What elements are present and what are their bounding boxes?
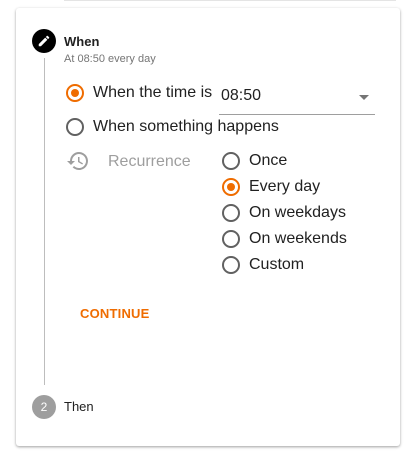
step-1-edit-indicator[interactable] (32, 29, 56, 53)
radio-recurrence-every-day[interactable] (222, 178, 240, 196)
time-select-value: 08:50 (221, 87, 262, 104)
radio-recurrence-weekends-label[interactable]: On weekends (249, 230, 347, 248)
radio-when-event-label[interactable]: When something happens (93, 118, 279, 136)
radio-recurrence-weekdays-label[interactable]: On weekdays (249, 204, 346, 222)
radio-recurrence-custom-label[interactable]: Custom (249, 256, 304, 274)
continue-button[interactable]: CONTINUE (72, 302, 158, 325)
history-icon (67, 152, 88, 170)
radio-when-event[interactable] (66, 118, 84, 136)
radio-recurrence-weekends[interactable] (222, 230, 240, 248)
radio-recurrence-once-label[interactable]: Once (249, 152, 287, 170)
radio-recurrence-weekdays[interactable] (222, 204, 240, 222)
recurrence-label: Recurrence (108, 153, 191, 170)
radio-recurrence-once[interactable] (222, 152, 240, 170)
divider (64, 0, 396, 1)
time-select[interactable]: 08:50 (219, 84, 375, 115)
radio-when-time[interactable] (66, 84, 84, 102)
radio-when-time-label[interactable]: When the time is (93, 84, 212, 102)
step-1-summary: At 08:50 every day (64, 53, 156, 65)
radio-recurrence-custom[interactable] (222, 256, 240, 274)
step-2-number-badge[interactable]: 2 (32, 395, 56, 419)
radio-recurrence-every-day-label[interactable]: Every day (249, 178, 320, 196)
step-2-title[interactable]: Then (64, 399, 94, 414)
pencil-icon (38, 35, 50, 47)
routine-step-card (16, 8, 400, 446)
dropdown-caret-icon (359, 95, 369, 100)
step-1-title[interactable]: When (64, 34, 99, 49)
stepper-connector-line (44, 58, 45, 385)
